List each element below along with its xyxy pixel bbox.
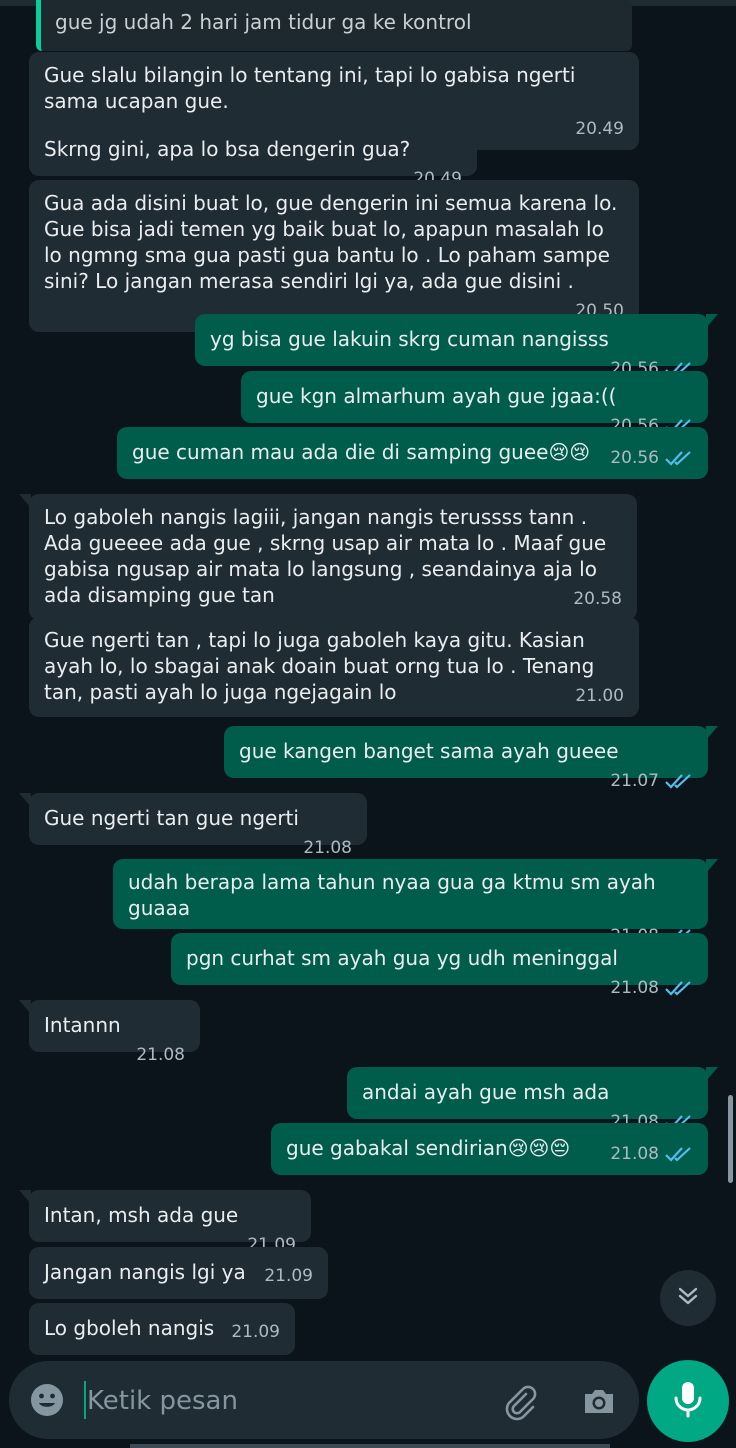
paperclip-icon[interactable] [499, 1381, 539, 1421]
message-meta: 21.09 [264, 1263, 313, 1289]
double-check-icon [665, 772, 693, 790]
message-meta: 21.00 [575, 683, 624, 709]
message-time: 21.00 [575, 686, 624, 706]
message-outgoing[interactable]: gue kgn almarhum ayah gue jgaa:(( 20.56 [241, 371, 708, 436]
message-meta: 21.08 [303, 835, 352, 861]
double-check-icon [665, 979, 693, 997]
message-time: 21.08 [136, 1045, 185, 1065]
message-time: 20.49 [575, 119, 624, 139]
message-time: 20.56 [610, 448, 659, 468]
quoted-message[interactable]: gue jg udah 2 hari jam tidur ga ke kontr… [36, 0, 632, 51]
emoji-icon[interactable] [29, 1382, 65, 1418]
voice-record-button[interactable] [647, 1360, 729, 1442]
message-meta: 21.08 [610, 975, 693, 1001]
message-incoming[interactable]: Lo gaboleh nangis lagiii, jangan nangis … [19, 494, 637, 620]
message-text: Gue slalu bilangin lo tentang ini, tapi … [44, 63, 582, 113]
double-check-icon [665, 449, 693, 467]
message-text: Lo gboleh nangis [44, 1316, 215, 1340]
message-outgoing[interactable]: yg bisa gue lakuin skrg cuman nangisss 2… [195, 314, 718, 379]
message-text: Skrng gini, apa lo bsa dengerin gua? [44, 137, 411, 161]
message-meta: 21.08 [136, 1042, 185, 1068]
message-incoming[interactable]: Intannn 21.08 [19, 1000, 200, 1065]
message-outgoing[interactable]: gue cuman mau ada die di samping guee😢😢 … [117, 427, 708, 479]
double-check-icon [665, 1145, 693, 1163]
message-incoming[interactable]: Intan, msh ada gue 21.09 [19, 1190, 311, 1255]
message-input[interactable] [85, 1381, 489, 1421]
gesture-bar [130, 1444, 610, 1448]
scroll-to-bottom-button[interactable] [660, 1270, 716, 1326]
message-incoming[interactable]: Jangan nangis lgi ya 21.09 [29, 1247, 328, 1299]
message-outgoing[interactable]: gue gabakal sendirian😢😢😔 21.08 [271, 1123, 708, 1175]
message-meta: 21.07 [610, 768, 693, 794]
message-outgoing[interactable]: andai ayah gue msh ada 21.08 [347, 1067, 718, 1132]
message-text: Lo gaboleh nangis lagiii, jangan nangis … [44, 505, 613, 607]
message-outgoing[interactable]: udah berapa lama tahun nyaa gua ga ktmu … [113, 859, 718, 946]
chevron-double-down-icon [675, 1283, 701, 1313]
message-time: 21.08 [610, 1144, 659, 1164]
quoted-message-text: gue jg udah 2 hari jam tidur ga ke kontr… [55, 10, 472, 34]
message-incoming[interactable]: Gue ngerti tan , tapi lo juga gaboleh ka… [29, 617, 639, 717]
message-text: gue cuman mau ada die di samping guee😢😢 [132, 440, 591, 464]
message-text: Gue ngerti tan , tapi lo juga gaboleh ka… [44, 628, 601, 704]
message-text: gue kgn almarhum ayah gue jgaa:(( [256, 384, 617, 408]
message-meta: 21.08 [610, 1141, 693, 1167]
message-time: 21.08 [303, 838, 352, 858]
message-text: Jangan nangis lgi ya [44, 1260, 246, 1284]
message-text: Intannn [44, 1013, 121, 1037]
microphone-icon [671, 1379, 705, 1423]
message-text: gue kangen banget sama ayah gueee [239, 739, 619, 763]
message-meta: 20.58 [573, 586, 622, 612]
message-text: udah berapa lama tahun nyaa gua ga ktmu … [128, 870, 663, 920]
message-time: 20.58 [573, 589, 622, 609]
scrollbar-thumb[interactable] [728, 1095, 733, 1183]
message-text: Gue ngerti tan gue ngerti [44, 806, 299, 830]
message-incoming[interactable]: Skrng gini, apa lo bsa dengerin gua? 20.… [29, 124, 477, 189]
message-text: Intan, msh ada gue [44, 1203, 239, 1227]
message-outgoing[interactable]: gue kangen banget sama ayah gueee 21.07 [224, 726, 718, 791]
message-text: yg bisa gue lakuin skrg cuman nangisss [210, 327, 609, 351]
message-text: Gua ada disini buat lo, gue dengerin ini… [44, 191, 624, 293]
message-incoming[interactable]: Gua ada disini buat lo, gue dengerin ini… [29, 180, 639, 332]
camera-icon[interactable] [579, 1381, 619, 1421]
message-time: 21.08 [610, 978, 659, 998]
message-composer [9, 1361, 639, 1439]
message-time: 21.07 [610, 771, 659, 791]
message-meta: 21.09 [231, 1319, 280, 1345]
message-text: andai ayah gue msh ada [362, 1080, 610, 1104]
message-time: 21.09 [264, 1266, 313, 1286]
message-meta: 20.56 [610, 445, 693, 471]
chat-area[interactable]: gue jg udah 2 hari jam tidur ga ke kontr… [0, 0, 736, 1360]
message-text: gue gabakal sendirian😢😢😔 [286, 1136, 571, 1160]
message-text: pgn curhat sm ayah gua yg udh meninggal [186, 946, 618, 970]
message-incoming[interactable]: Gue ngerti tan gue ngerti 21.08 [19, 793, 367, 858]
message-outgoing[interactable]: pgn curhat sm ayah gua yg udh meninggal … [171, 933, 708, 998]
message-incoming[interactable]: Lo gboleh nangis 21.09 [29, 1303, 295, 1355]
message-time: 21.09 [231, 1322, 280, 1342]
